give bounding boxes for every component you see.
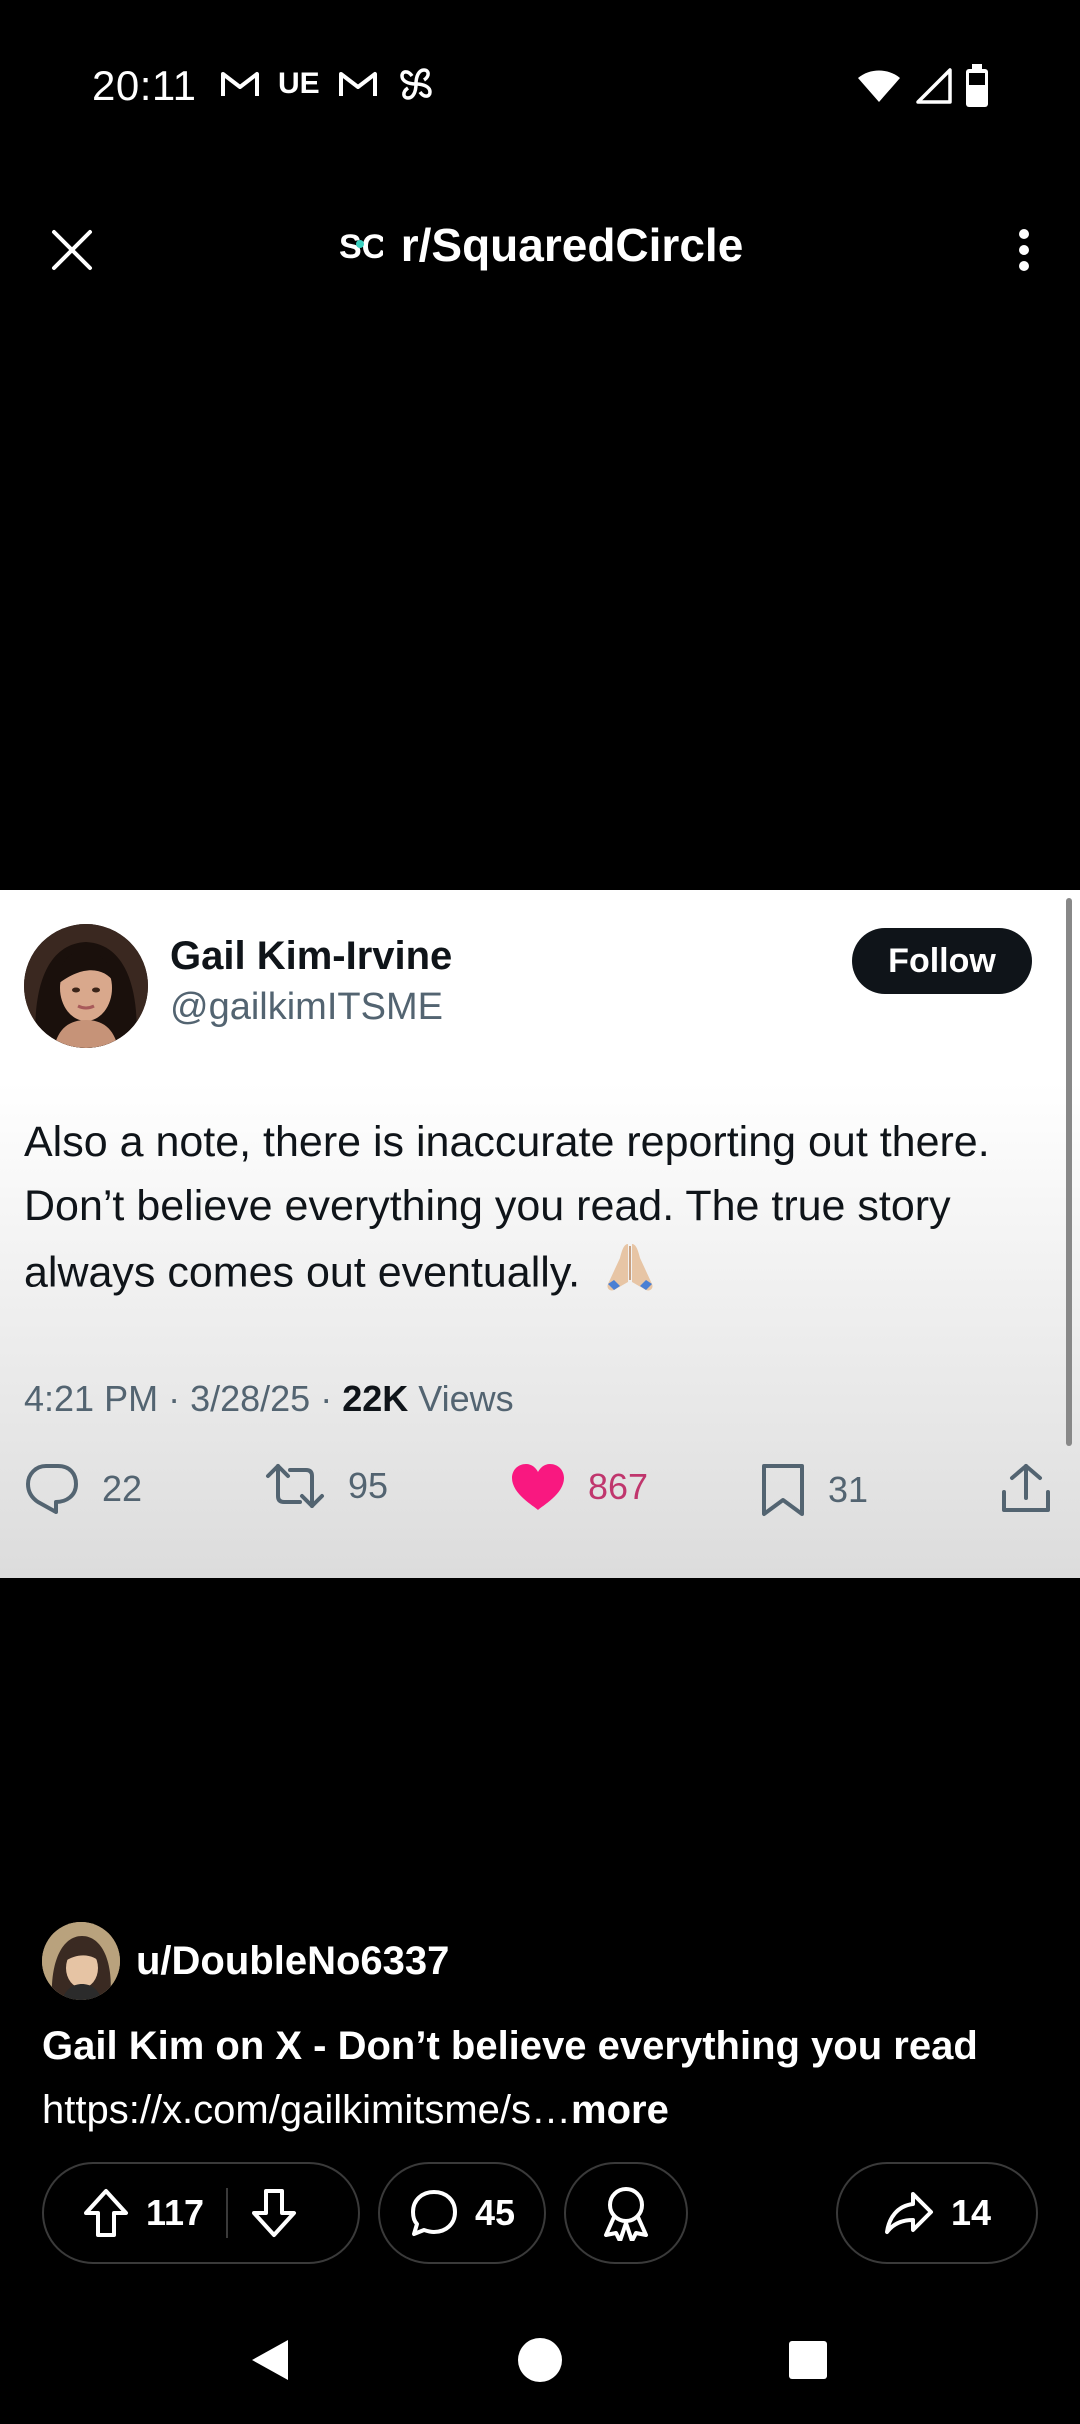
tweet-body: Also a note, there is inaccurate reporti… (24, 1118, 990, 1297)
tweet-meta: 4:21 PM · 3/28/25 · 22K Views (24, 1378, 514, 1419)
post-author[interactable]: u/DoubleNo6337 (42, 1922, 449, 2000)
upvote-arrow-icon (84, 2189, 128, 2237)
post-link[interactable]: https://x.com/gailkimitsme/s… (42, 2088, 571, 2132)
user-avatar (42, 1922, 120, 2000)
downvote-button[interactable] (228, 2187, 298, 2239)
tweet-text: Also a note, there is inaccurate reporti… (24, 1110, 1044, 1312)
tweet-reply-count: 22 (102, 1468, 143, 1509)
status-time: 20:11 (92, 62, 197, 109)
gmail-icon (220, 62, 260, 106)
status-bar: 20:11 UE (0, 0, 1080, 180)
reply-icon (26, 1464, 78, 1514)
battery-icon (964, 64, 990, 113)
follow-button[interactable]: Follow (852, 928, 1032, 994)
ue-icon: UE (278, 67, 320, 100)
tweet-share-button[interactable] (1000, 1462, 1052, 1516)
username: u/DoubleNo6337 (136, 1938, 450, 1983)
recents-icon (789, 2341, 827, 2379)
post-body[interactable]: https://x.com/gailkimitsme/s…more (42, 2088, 669, 2133)
share-count: 14 (950, 2192, 992, 2233)
tweet-time: 4:21 PM (24, 1378, 159, 1419)
pinwheel-icon (396, 62, 436, 106)
notification-icons: UE (220, 62, 436, 106)
vote-pill: 117 (42, 2162, 360, 2264)
heart-icon (512, 1464, 564, 1510)
repost-icon (266, 1464, 324, 1508)
scrollbar (1066, 898, 1072, 1446)
tweet-reply-button[interactable]: 22 (24, 1462, 142, 1516)
upvote-count: 117 (146, 2192, 205, 2233)
back-icon (252, 2340, 288, 2380)
tweet-views-label: Views (418, 1378, 514, 1419)
home-button[interactable] (510, 2330, 570, 2390)
bookmark-icon (762, 1464, 804, 1516)
upvote-button[interactable]: 117 (44, 2187, 204, 2239)
tweet-repost-button[interactable]: 95 (264, 1462, 388, 1510)
tweet-avatar (24, 924, 148, 1048)
tweet-like-count: 867 (588, 1466, 649, 1507)
subreddit-name: r/SquaredCircle (400, 219, 744, 271)
tweet-like-button[interactable]: 867 (510, 1462, 648, 1512)
downvote-arrow-icon (252, 2189, 297, 2237)
upload-share-icon (1002, 1464, 1050, 1512)
wifi-icon (856, 68, 902, 109)
system-icons (856, 64, 990, 113)
folded-hands-emoji (600, 1238, 660, 1312)
more-options-button[interactable] (994, 214, 1054, 286)
back-button[interactable] (240, 2330, 300, 2390)
tweet-display-name: Gail Kim-Irvine (170, 934, 453, 978)
home-icon (518, 2338, 562, 2382)
tweet-bookmark-count: 31 (828, 1469, 869, 1510)
more-link[interactable]: more (571, 2088, 669, 2132)
tweet-handle: @gailkimITSME (170, 986, 443, 1028)
post-title[interactable]: Gail Kim on X - Don’t believe everything… (42, 2024, 978, 2069)
gmail-icon (338, 62, 378, 106)
comment-icon (410, 2190, 457, 2236)
award-icon (604, 2187, 648, 2241)
award-button[interactable] (564, 2162, 688, 2264)
subreddit-logo-icon: SC (339, 228, 383, 266)
tweet-repost-count: 95 (348, 1465, 389, 1506)
tweet-date: 3/28/25 (190, 1378, 311, 1419)
tweet-bookmark-button[interactable]: 31 (760, 1462, 868, 1518)
system-nav-bar (0, 2310, 1080, 2410)
subreddit-title[interactable]: SC r/SquaredCircle (0, 218, 1080, 272)
tweet-screenshot[interactable]: Gail Kim-Irvine @gailkimITSME Follow Als… (0, 890, 1080, 1578)
tweet-actions: 22 95 867 31 (0, 1462, 1080, 1532)
share-button[interactable]: 14 (836, 2162, 1038, 2264)
app-bar: SC r/SquaredCircle (0, 190, 1080, 310)
more-vertical-icon (1019, 229, 1029, 271)
comments-button[interactable]: 45 (378, 2162, 546, 2264)
tweet-views-count: 22K (342, 1378, 409, 1419)
cellular-signal-icon (914, 68, 952, 109)
comment-count: 45 (474, 2192, 516, 2233)
share-arrow-icon (884, 2192, 933, 2234)
recents-button[interactable] (778, 2330, 838, 2390)
